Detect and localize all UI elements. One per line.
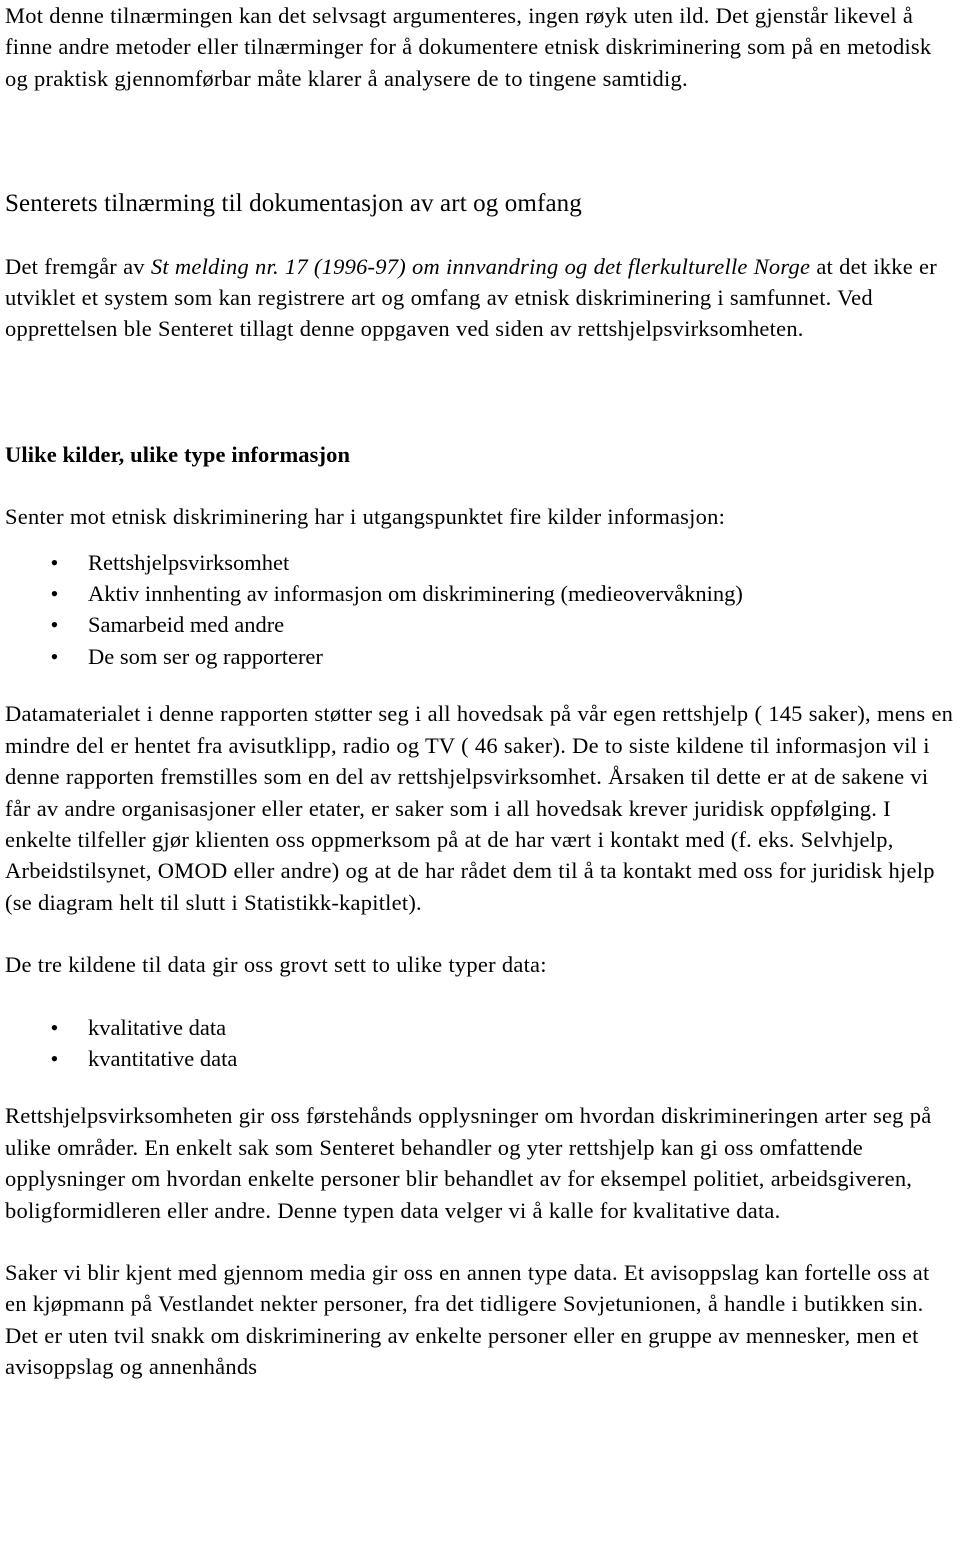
document-page: Mot denne tilnærmingen kan det selvsagt … xyxy=(0,0,960,1566)
list-item: • kvalitative data xyxy=(5,1012,954,1043)
data-types-lead-paragraph: De tre kildene til data gir oss grovt se… xyxy=(5,952,547,978)
list-item-label: De som ser og rapporterer xyxy=(88,643,323,669)
list-item: • Aktiv innhenting av informasjon om dis… xyxy=(5,578,954,609)
list-item-label: kvalitative data xyxy=(88,1014,227,1040)
sources-list: • Rettshjelpsvirksomhet • Aktiv innhenti… xyxy=(5,547,954,673)
list-item-label: Aktiv innhenting av informasjon om diskr… xyxy=(88,581,743,607)
spacer-before-section-heading xyxy=(5,94,954,188)
list-item: • kvantitative data xyxy=(5,1043,954,1074)
bullet-icon: • xyxy=(50,643,59,669)
spacer-before-sub-heading xyxy=(5,345,954,439)
list-item: • Rettshjelpsvirksomhet xyxy=(5,547,954,578)
bullet-icon: • xyxy=(50,612,59,638)
sub-heading: Ulike kilder, ulike type informasjon xyxy=(5,441,351,467)
section-heading: Senterets tilnærming til dokumentasjon a… xyxy=(5,190,582,218)
bullet-icon: • xyxy=(50,549,59,575)
intro-paragraph: Mot denne tilnærmingen kan det selvsagt … xyxy=(5,3,932,91)
spacer-before-data-types-lead xyxy=(5,918,954,949)
qualitative-paragraph: Rettshjelpsvirksomheten gir oss førstehå… xyxy=(5,1103,932,1223)
list-item: • Samarbeid med andre xyxy=(5,609,954,640)
spacer-after-sub-heading xyxy=(5,470,954,501)
spacer-before-media-paragraph xyxy=(5,1226,954,1257)
list-item-label: kvantitative data xyxy=(88,1045,238,1071)
media-paragraph: Saker vi blir kjent med gjennom media gi… xyxy=(5,1259,930,1380)
stmelding-title-italic: St melding nr. 17 (1996-97) om innvandri… xyxy=(150,253,811,279)
bullet-icon: • xyxy=(50,581,59,607)
stmelding-lead-text: Det fremgår av xyxy=(5,253,151,279)
bullet-icon: • xyxy=(50,1014,59,1040)
data-material-paragraph: Datamaterialet i denne rapporten støtter… xyxy=(5,701,954,915)
spacer-before-sources-list xyxy=(5,533,954,547)
data-types-list: • kvalitative data • kvantitative data xyxy=(5,1012,954,1075)
list-item-label: Rettshjelpsvirksomhet xyxy=(88,549,290,575)
spacer-before-data-material xyxy=(5,672,954,698)
bullet-icon: • xyxy=(50,1045,59,1071)
list-item: • De som ser og rapporterer xyxy=(5,641,954,672)
spacer-before-qualitative-paragraph xyxy=(5,1074,954,1100)
sources-lead-paragraph: Senter mot etnisk diskriminering har i u… xyxy=(5,504,726,530)
spacer-after-section-heading xyxy=(5,220,954,251)
spacer-before-data-types-list xyxy=(5,981,954,1012)
stmelding-paragraph: Det fremgår av St melding nr. 17 (1996-9… xyxy=(5,251,954,345)
list-item-label: Samarbeid med andre xyxy=(88,612,285,638)
